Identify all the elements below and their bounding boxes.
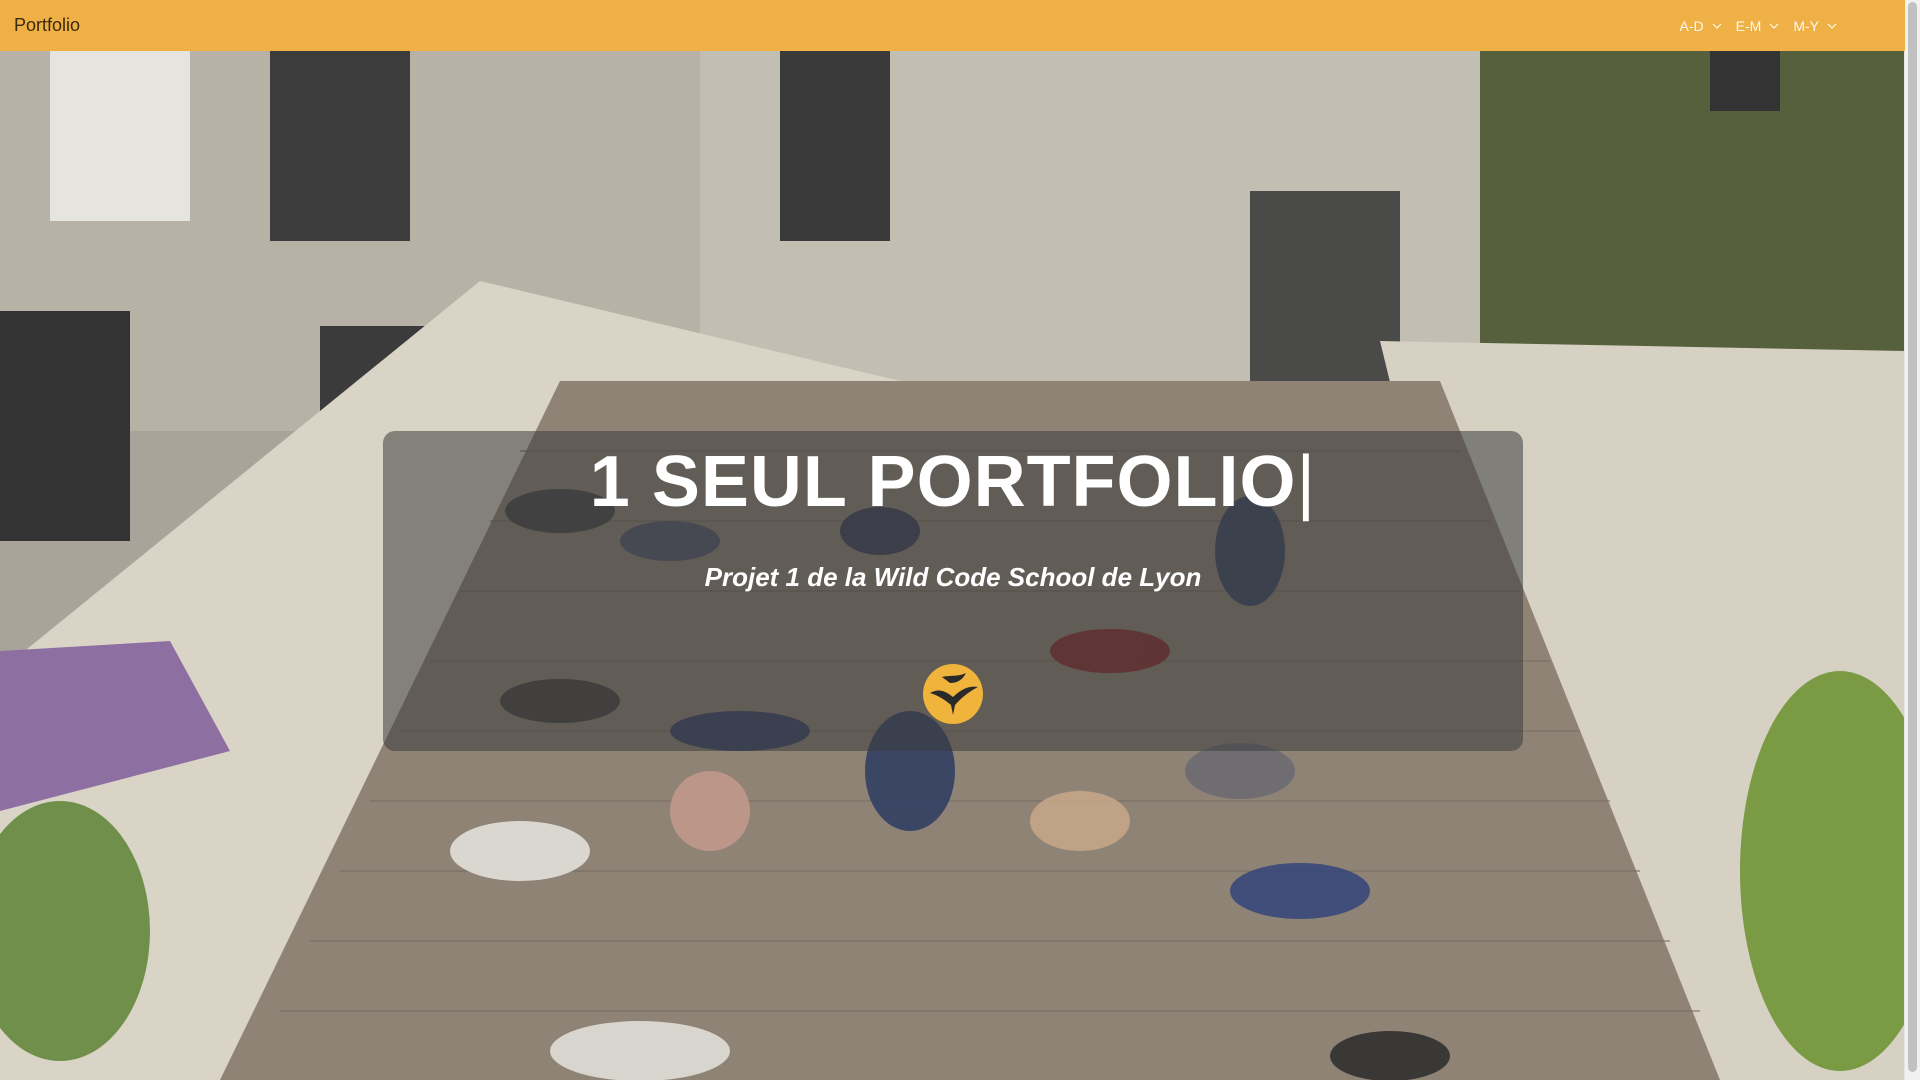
nav-dropdown-label: E-M xyxy=(1735,17,1762,34)
chevron-down-icon xyxy=(1712,23,1722,29)
brand-link[interactable]: Portfolio xyxy=(14,15,80,36)
nav-dropdown-m-y[interactable]: M-Y xyxy=(1793,18,1837,34)
nav-dropdown-e-m[interactable]: E-M xyxy=(1736,18,1780,34)
scrollbar-thumb[interactable] xyxy=(1908,2,1917,1072)
typing-cursor: | xyxy=(1296,442,1317,522)
top-navbar: Portfolio A-D E-M M-Y xyxy=(0,0,1905,51)
wild-code-school-logo-icon xyxy=(923,664,983,724)
nav-dropdown-a-d[interactable]: A-D xyxy=(1680,18,1722,34)
hero-title-text: 1 SEUL PORTFOLIO xyxy=(589,442,1297,522)
hero-subtitle: Projet 1 de la Wild Code School de Lyon xyxy=(704,562,1202,593)
chevron-down-icon xyxy=(1827,23,1837,29)
hero-card: 1 SEUL PORTFOLIO| Projet 1 de la Wild Co… xyxy=(383,431,1523,751)
nav-dropdown-label: M-Y xyxy=(1793,17,1819,34)
chevron-down-icon xyxy=(1769,23,1779,29)
nav-menu: A-D E-M M-Y xyxy=(1680,18,1837,34)
hero-title: 1 SEUL PORTFOLIO| xyxy=(383,431,1523,522)
page-scrollbar[interactable] xyxy=(1904,0,1920,1080)
nav-dropdown-label: A-D xyxy=(1679,17,1704,34)
